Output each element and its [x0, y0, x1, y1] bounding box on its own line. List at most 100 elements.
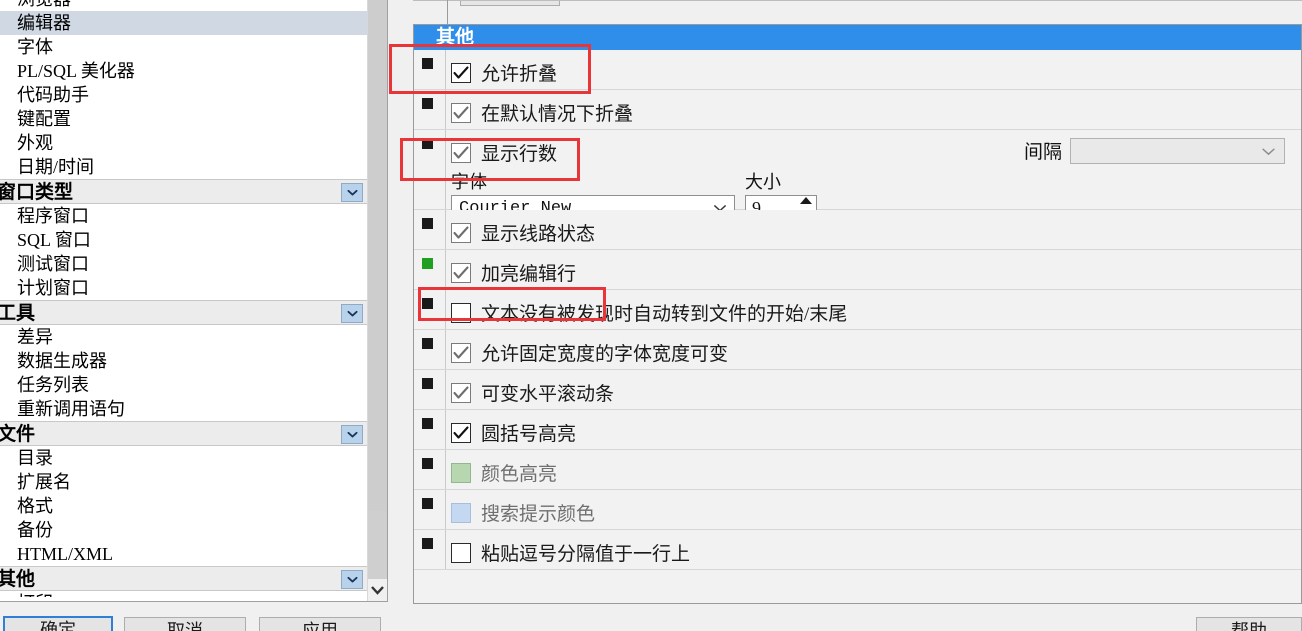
option-control-group[interactable]: 加亮编辑行 [451, 259, 576, 286]
sidebar-item[interactable]: 字体 [0, 35, 369, 59]
preferences-dialog: 浏览器编辑器字体 PL/SQL 美化器代码助手键配置外观日期/时间窗口类型程序窗口… [0, 0, 1302, 631]
sidebar-item[interactable]: 浏览器 [0, 0, 369, 11]
row-separator [445, 50, 446, 89]
checkbox-checked[interactable] [451, 62, 471, 83]
sidebar-item[interactable]: 备份 [0, 518, 369, 542]
row-separator [445, 210, 446, 249]
option-control-group[interactable]: 文本没有被发现时自动转到文件的开始/末尾 [451, 299, 847, 326]
sidebar-item[interactable]: 日期/时间 [0, 155, 369, 179]
scrollbar-thumb[interactable] [368, 0, 387, 511]
sidebar-item-selected[interactable]: 编辑器 [0, 11, 369, 35]
font-field-label: 字体 [451, 172, 487, 192]
chevron-down-icon[interactable] [341, 570, 363, 589]
option-control-group[interactable]: 在默认情况下折叠 [451, 99, 633, 126]
sidebar-item[interactable]: 键配置 [0, 107, 369, 131]
chevron-down-icon[interactable] [341, 183, 363, 202]
option-control-group[interactable]: 可变水平滚动条 [451, 379, 614, 406]
option-row[interactable]: 粘贴逗号分隔值于一行上 [414, 530, 1301, 570]
sidebar-item[interactable]: 外观 [0, 131, 369, 155]
preferences-category-tree[interactable]: 浏览器编辑器字体 PL/SQL 美化器代码助手键配置外观日期/时间窗口类型程序窗口… [0, 0, 388, 602]
sidebar-item[interactable]: 格式 [0, 494, 369, 518]
sidebar-item[interactable]: 打印 [0, 591, 369, 597]
footer-button-label: 帮助 [1231, 621, 1267, 631]
row-marker-black-icon [422, 98, 433, 109]
footer-button[interactable]: 取消 [124, 617, 246, 631]
color-swatch[interactable] [451, 462, 471, 483]
sidebar-item[interactable]: SQL 窗口 [0, 228, 369, 252]
option-row[interactable]: 可变水平滚动条 [414, 370, 1301, 410]
interval-select[interactable] [1070, 137, 1285, 164]
sidebar-item[interactable]: 测试窗口 [0, 252, 369, 276]
option-row[interactable]: 允许折叠 [414, 50, 1301, 90]
option-row[interactable]: 在默认情况下折叠 [414, 90, 1301, 130]
option-row[interactable]: 颜色高亮 [414, 450, 1301, 490]
category-tree-scrollbar[interactable] [367, 0, 387, 601]
footer-button[interactable]: 帮助 [1196, 617, 1302, 631]
sidebar-item[interactable]: 目录 [0, 446, 369, 470]
option-label: 加亮编辑行 [481, 264, 577, 285]
option-control-group[interactable]: 显示行数 [451, 139, 557, 166]
option-control-group[interactable]: 粘贴逗号分隔值于一行上 [451, 539, 690, 566]
option-control-group[interactable]: 颜色高亮 [451, 459, 557, 486]
option-control-group[interactable]: 允许折叠 [451, 59, 557, 86]
option-row[interactable]: 显示线路状态 [414, 210, 1301, 250]
option-row[interactable]: 文本没有被发现时自动转到文件的开始/末尾 [414, 290, 1301, 330]
tree-section-header-label: 窗口类型 [0, 182, 74, 203]
sidebar-item[interactable]: 计划窗口 [0, 276, 369, 300]
row-marker-black-icon [422, 298, 433, 309]
tree-section-header[interactable]: 窗口类型 [0, 179, 369, 204]
sidebar-item[interactable]: 任务列表 [0, 373, 369, 397]
sidebar-item[interactable]: 数据生成器 [0, 349, 369, 373]
checkbox-checked[interactable] [451, 102, 471, 123]
sidebar-item[interactable]: 扩展名 [0, 470, 369, 494]
checkbox-checked[interactable] [451, 142, 471, 163]
scroll-down-icon[interactable] [368, 579, 387, 601]
checkbox-checked[interactable] [451, 422, 471, 443]
checkbox-checked[interactable] [451, 262, 471, 283]
row-marker-black-icon [422, 58, 433, 69]
checkbox-checked[interactable] [451, 222, 471, 243]
scrollbar-track[interactable] [368, 0, 387, 579]
option-control-group[interactable]: 搜索提示颜色 [451, 499, 595, 526]
option-control-group[interactable]: 显示线路状态 [451, 219, 595, 246]
sidebar-item[interactable]: 程序窗口 [0, 204, 369, 228]
sidebar-item-label: 重新调用语句 [17, 399, 125, 419]
sidebar-item-label: 浏览器 [17, 0, 71, 9]
option-control-group[interactable]: 圆括号高亮 [451, 419, 576, 446]
option-row[interactable]: 允许固定宽度的字体宽度可变 [414, 330, 1301, 370]
editor-options-panel: 其他 允许折叠 在默认情况下折叠 显示行数 字体 Courier New 大小 9 间隔 显示线… [413, 24, 1302, 604]
option-control-group[interactable]: 允许固定宽度的字体宽度可变 [451, 339, 728, 366]
sidebar-item-label: 目录 [17, 448, 53, 468]
section-header-other[interactable]: 其他 [414, 25, 1301, 50]
row-separator [445, 250, 446, 289]
chevron-down-icon[interactable] [341, 425, 363, 444]
checkbox-checked[interactable] [451, 382, 471, 403]
tree-section-header[interactable]: 工具 [0, 300, 369, 325]
row-separator [445, 410, 446, 449]
sidebar-item[interactable]: PL/SQL 美化器 [0, 59, 369, 83]
chevron-down-icon [1261, 141, 1276, 161]
sidebar-item-label: 任务列表 [17, 375, 89, 395]
checkbox-checked[interactable] [451, 342, 471, 363]
option-label: 可变水平滚动条 [481, 384, 615, 405]
option-row[interactable]: 加亮编辑行 [414, 250, 1301, 290]
section-header-label: 其他 [436, 27, 475, 48]
option-row[interactable]: 圆括号高亮 [414, 410, 1301, 450]
panel-gutter-line-stub [447, 0, 448, 24]
sidebar-item[interactable]: 重新调用语句 [0, 397, 369, 421]
stepper-up-icon[interactable] [799, 197, 812, 204]
tree-section-header[interactable]: 其他 [0, 566, 369, 591]
footer-button[interactable]: 应用 [259, 617, 381, 631]
chevron-down-icon[interactable] [341, 304, 363, 323]
sidebar-item[interactable]: 差异 [0, 325, 369, 349]
category-tree-scroll-area: 浏览器编辑器字体 PL/SQL 美化器代码助手键配置外观日期/时间窗口类型程序窗口… [0, 0, 369, 597]
option-row[interactable]: 显示行数 字体 Courier New 大小 9 间隔 [414, 130, 1301, 222]
footer-button[interactable]: 确定 [3, 616, 113, 631]
tree-section-header[interactable]: 文件 [0, 421, 369, 446]
sidebar-item[interactable]: HTML/XML [0, 542, 369, 566]
checkbox[interactable] [451, 542, 471, 563]
checkbox[interactable] [451, 302, 471, 323]
color-swatch[interactable] [451, 502, 471, 523]
sidebar-item[interactable]: 代码助手 [0, 83, 369, 107]
option-row[interactable]: 搜索提示颜色 [414, 490, 1301, 530]
